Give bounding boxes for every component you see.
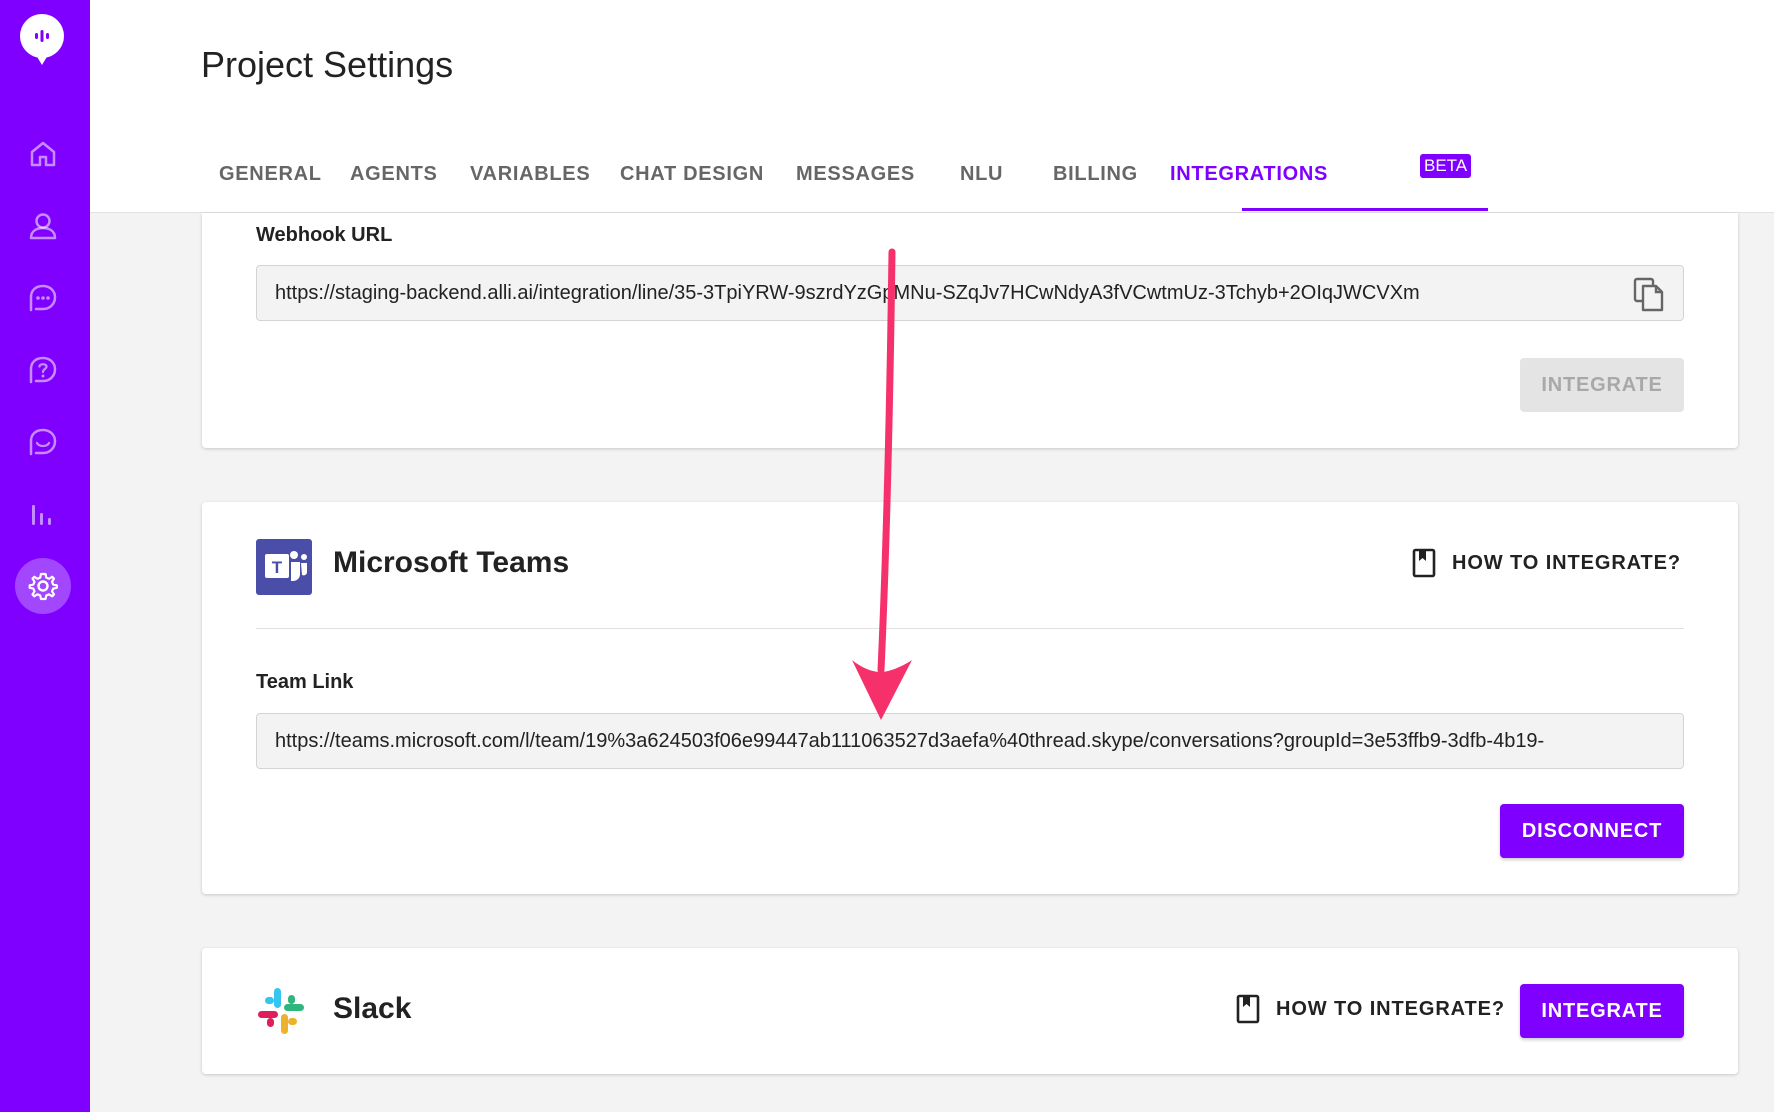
user-icon (29, 213, 57, 240)
home-icon (30, 141, 56, 167)
guide-book-icon (1236, 994, 1260, 1024)
sidebar (0, 0, 90, 1112)
nav-agents[interactable] (15, 198, 71, 254)
slack-integration-card: Slack HOW TO INTEGRATE? INTEGRATE (202, 948, 1738, 1074)
microsoft-teams-logo-icon: T (256, 539, 312, 595)
slack-how-to-integrate-link[interactable]: HOW TO INTEGRATE? (1236, 994, 1505, 1024)
tab-messages[interactable]: MESSAGES (796, 163, 915, 186)
active-tab-indicator (1242, 208, 1488, 211)
analytics-icon (32, 505, 51, 525)
tab-agents[interactable]: AGENTS (350, 163, 438, 186)
tab-general[interactable]: GENERAL (219, 163, 322, 186)
help-icon (29, 356, 57, 384)
team-link-field[interactable]: https://teams.microsoft.com/l/team/19%3a… (256, 713, 1684, 769)
team-link-label: Team Link (256, 671, 354, 693)
nav-analytics[interactable] (15, 486, 71, 542)
teams-integration-card: T Microsoft Teams HOW TO INTEGRATE? Team… (202, 502, 1738, 894)
beta-badge: BETA (1420, 154, 1472, 178)
nav-home[interactable] (15, 126, 71, 182)
teams-disconnect-button[interactable]: DISCONNECT (1500, 804, 1684, 858)
tab-nlu[interactable]: NLU (960, 163, 1003, 186)
tab-chat-design[interactable]: CHAT DESIGN (620, 163, 764, 186)
teams-card-divider (256, 628, 1684, 629)
logo-bars-icon (35, 30, 49, 42)
teams-card-title: Microsoft Teams (333, 546, 570, 579)
guide-book-icon (1412, 548, 1436, 578)
page-title: Project Settings (201, 44, 454, 85)
line-integrate-button[interactable]: INTEGRATE (1520, 358, 1684, 412)
nav-settings[interactable] (15, 558, 71, 614)
settings-icon (28, 572, 58, 601)
nav-chat[interactable] (15, 270, 71, 326)
app-logo[interactable] (20, 14, 64, 65)
tab-billing[interactable]: BILLING (1053, 163, 1138, 186)
nav-help[interactable] (15, 342, 71, 398)
teams-how-to-integrate-link[interactable]: HOW TO INTEGRATE? (1412, 548, 1681, 578)
tab-integrations[interactable]: INTEGRATIONS (1170, 163, 1328, 186)
slack-integrate-button[interactable]: INTEGRATE (1520, 984, 1684, 1038)
tab-variables[interactable]: VARIABLES (470, 163, 590, 186)
slack-logo-icon (258, 988, 304, 1034)
slack-how-to-integrate-label: HOW TO INTEGRATE? (1276, 997, 1505, 1020)
webhook-url-field[interactable]: https://staging-backend.alli.ai/integrat… (256, 265, 1684, 321)
teams-how-to-integrate-label: HOW TO INTEGRATE? (1452, 551, 1681, 574)
slack-card-title: Slack (333, 992, 412, 1025)
page-header: Project Settings GENERAL AGENTS VARIABLE… (90, 0, 1774, 213)
conversation-icon (29, 428, 57, 456)
chat-icon (29, 284, 57, 312)
copy-icon[interactable] (1632, 277, 1666, 313)
webhook-url-label: Webhook URL (256, 224, 393, 246)
svg-text:T: T (272, 558, 283, 577)
line-integration-card: Webhook URL https://staging-backend.alli… (202, 213, 1738, 448)
nav-conversations[interactable] (15, 414, 71, 470)
